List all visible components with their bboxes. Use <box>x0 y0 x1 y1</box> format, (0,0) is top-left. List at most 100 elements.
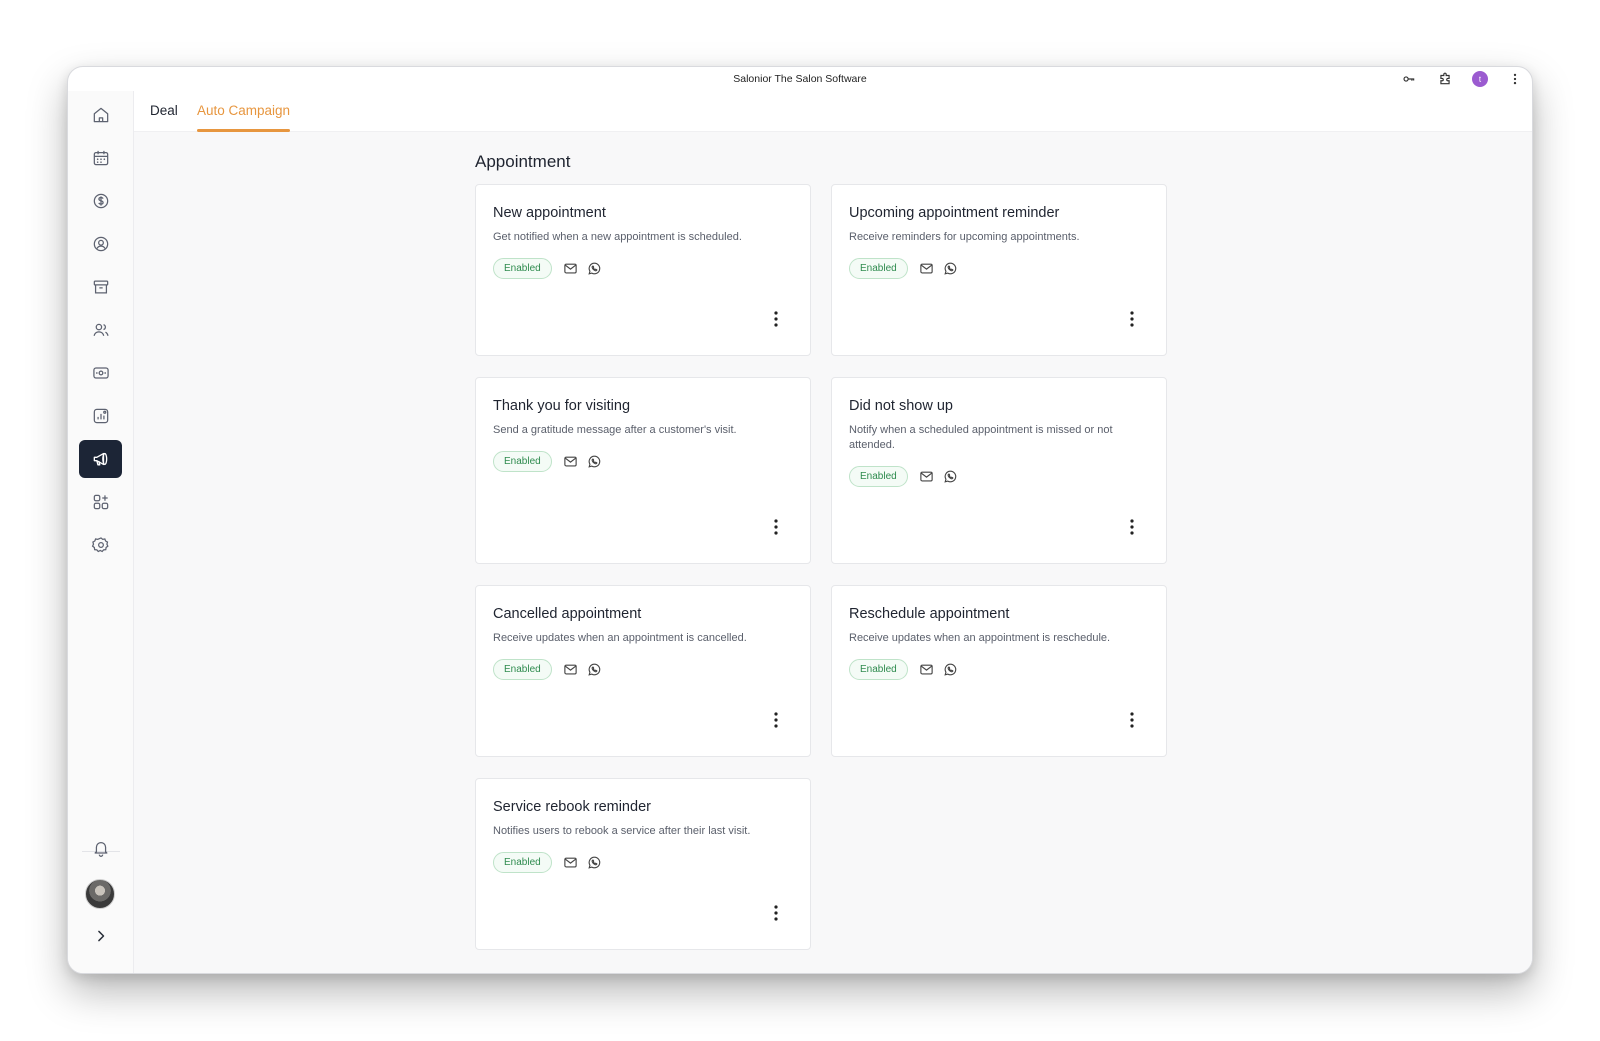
card-description: Receive updates when an appointment is c… <box>493 632 747 644</box>
whatsapp-icon <box>943 469 958 484</box>
profile-avatar[interactable]: t <box>1472 71 1488 87</box>
card-description: Send a gratitude message after a custome… <box>493 424 737 436</box>
sidebar-item-cash[interactable] <box>79 354 122 392</box>
card-meta: Enabled <box>849 466 1149 487</box>
window-title: Salonior The Salon Software <box>733 73 867 85</box>
card-more-button[interactable] <box>768 711 784 729</box>
card-more-button[interactable] <box>1124 518 1140 536</box>
card-description: Notify when a scheduled appointment is m… <box>849 424 1113 451</box>
chevron-right-icon <box>97 930 104 942</box>
sidebar <box>68 91 134 973</box>
settings-icon <box>91 537 109 553</box>
sidebar-item-sales[interactable] <box>79 182 122 220</box>
campaign-card[interactable]: Cancelled appointment Receive updates wh… <box>475 585 811 757</box>
campaign-card[interactable]: New appointment Get notified when a new … <box>475 184 811 356</box>
campaign-card[interactable]: Service rebook reminder Notifies users t… <box>475 778 811 950</box>
card-title: New appointment <box>493 205 606 221</box>
card-more-button[interactable] <box>768 310 784 328</box>
card-title: Did not show up <box>849 398 953 414</box>
tab-bar: Deal Auto Campaign <box>134 91 1532 132</box>
card-more-button[interactable] <box>768 904 784 922</box>
card-title: Reschedule appointment <box>849 606 1010 622</box>
campaign-card[interactable]: Upcoming appointment reminder Receive re… <box>831 184 1167 356</box>
megaphone-icon <box>93 452 107 466</box>
sidebar-item-clients[interactable] <box>79 225 122 263</box>
whatsapp-icon <box>943 662 958 677</box>
more-vertical-icon <box>774 905 778 921</box>
sidebar-item-inventory[interactable] <box>79 268 122 306</box>
card-more-button[interactable] <box>768 518 784 536</box>
user-circle-icon <box>93 236 108 252</box>
reports-icon <box>93 408 108 424</box>
whatsapp-icon <box>943 261 958 276</box>
mail-icon <box>563 261 578 276</box>
users-icon <box>93 323 109 336</box>
campaign-card[interactable]: Did not show up Notify when a scheduled … <box>831 377 1167 564</box>
mail-icon <box>563 855 578 870</box>
mail-icon <box>919 469 934 484</box>
card-meta: Enabled <box>493 451 793 472</box>
campaign-card[interactable]: Reschedule appointment Receive updates w… <box>831 585 1167 757</box>
card-meta: Enabled <box>493 852 793 873</box>
title-bar: Salonior The Salon Software t <box>68 67 1532 91</box>
campaign-card[interactable]: Thank you for visiting Send a gratitude … <box>475 377 811 564</box>
apps-add-icon <box>93 494 108 510</box>
bell-icon <box>94 842 107 857</box>
whatsapp-icon <box>587 662 602 677</box>
sidebar-item-home[interactable] <box>79 96 122 134</box>
sidebar-item-calendar[interactable] <box>79 139 122 177</box>
user-avatar[interactable] <box>85 879 115 909</box>
card-title: Service rebook reminder <box>493 799 651 815</box>
sidebar-item-reports[interactable] <box>79 397 122 435</box>
sidebar-expand-button[interactable] <box>79 917 122 955</box>
card-description: Receive updates when an appointment is r… <box>849 632 1111 644</box>
sidebar-item-staff[interactable] <box>79 311 122 349</box>
mail-icon <box>919 261 934 276</box>
more-vertical-icon <box>774 519 778 535</box>
archive-icon <box>93 280 108 294</box>
card-more-button[interactable] <box>1124 711 1140 729</box>
tab-auto-campaign[interactable]: Auto Campaign <box>197 91 291 132</box>
status-badge: Enabled <box>493 852 552 873</box>
mail-icon <box>919 662 934 677</box>
more-vertical-icon <box>774 712 778 728</box>
more-vertical-icon[interactable] <box>1506 70 1524 88</box>
status-badge: Enabled <box>849 258 908 279</box>
card-meta: Enabled <box>493 258 793 279</box>
card-meta: Enabled <box>493 659 793 680</box>
key-icon[interactable] <box>1400 70 1418 88</box>
more-vertical-icon <box>774 311 778 327</box>
status-badge: Enabled <box>493 451 552 472</box>
card-title: Thank you for visiting <box>493 398 631 414</box>
card-meta: Enabled <box>849 258 1149 279</box>
status-badge: Enabled <box>849 659 908 680</box>
card-description: Notifies users to rebook a service after… <box>493 825 751 837</box>
card-description: Receive reminders for upcoming appointme… <box>849 231 1080 243</box>
titlebar-actions: t <box>1400 67 1524 91</box>
more-vertical-icon <box>1130 311 1134 327</box>
more-vertical-icon <box>1130 712 1134 728</box>
app-window: Salonior The Salon Software t Deal Auto … <box>67 66 1533 974</box>
whatsapp-icon <box>587 261 602 276</box>
status-badge: Enabled <box>849 466 908 487</box>
mail-icon <box>563 454 578 469</box>
sidebar-item-apps[interactable] <box>79 483 122 521</box>
sidebar-item-notifications[interactable] <box>79 829 122 867</box>
card-description: Get notified when a new appointment is s… <box>493 231 742 243</box>
more-vertical-icon <box>1130 519 1134 535</box>
main-content: Appointment New appointment Get notified… <box>134 132 1532 973</box>
card-title: Upcoming appointment reminder <box>849 205 1060 221</box>
cash-icon <box>92 367 109 379</box>
whatsapp-icon <box>587 855 602 870</box>
tab-deal[interactable]: Deal <box>150 91 178 132</box>
whatsapp-icon <box>587 454 602 469</box>
sidebar-item-campaign[interactable] <box>79 440 122 478</box>
status-badge: Enabled <box>493 659 552 680</box>
extension-icon[interactable] <box>1436 70 1454 88</box>
section-title: Appointment <box>475 152 571 171</box>
status-badge: Enabled <box>493 258 552 279</box>
sidebar-item-settings[interactable] <box>79 526 122 564</box>
card-meta: Enabled <box>849 659 1149 680</box>
dollar-icon <box>93 193 108 209</box>
card-more-button[interactable] <box>1124 310 1140 328</box>
